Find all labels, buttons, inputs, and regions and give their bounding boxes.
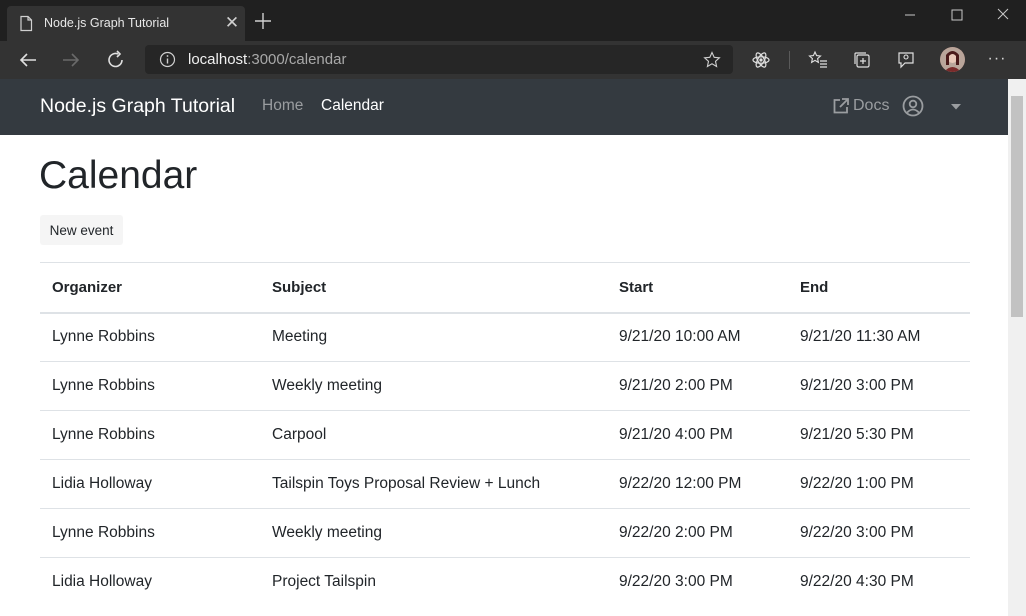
star-icon[interactable]: [703, 51, 721, 69]
start-cell: 9/22/20 3:00 PM: [607, 557, 788, 607]
end-cell: 9/21/20 11:30 AM: [788, 312, 970, 362]
new-event-button[interactable]: New event: [40, 215, 123, 245]
url-text[interactable]: localhost:3000/calendar: [188, 51, 346, 68]
organizer-cell: Lynne Robbins: [40, 508, 260, 558]
nav-calendar-link[interactable]: Calendar: [321, 97, 384, 115]
browser-tab[interactable]: Node.js Graph Tutorial ✕: [7, 6, 245, 41]
start-cell: 9/21/20 4:00 PM: [607, 410, 788, 460]
browser-tabstrip: Node.js Graph Tutorial ✕: [0, 0, 1026, 41]
close-icon[interactable]: ✕: [223, 14, 241, 32]
start-cell: 9/22/20 2:00 PM: [607, 508, 788, 558]
column-header-end: End: [788, 262, 970, 314]
end-cell: 9/21/20 3:00 PM: [788, 361, 970, 411]
table-row: Lidia Holloway Project Tailspin 9/22/20 …: [40, 557, 970, 607]
site-navbar: Node.js Graph Tutorial Home Calendar Doc…: [0, 79, 1008, 135]
column-header-start: Start: [607, 262, 788, 314]
more-icon[interactable]: ···: [986, 49, 1008, 71]
feedback-icon[interactable]: [896, 50, 916, 70]
scrollbar-thumb[interactable]: [1011, 96, 1023, 317]
plus-icon[interactable]: [252, 10, 274, 32]
page-title: Calendar: [39, 154, 198, 197]
external-link-icon: [833, 98, 849, 114]
url-path: :3000/calendar: [247, 51, 347, 68]
navbar-brand[interactable]: Node.js Graph Tutorial: [40, 95, 235, 118]
end-cell: 9/22/20 3:00 PM: [788, 508, 970, 558]
start-cell: 9/22/20 12:00 PM: [607, 459, 788, 509]
subject-cell: Project Tailspin: [260, 557, 607, 607]
organizer-cell: Lynne Robbins: [40, 361, 260, 411]
table-row: Lidia Holloway Tailspin Toys Proposal Re…: [40, 459, 970, 509]
end-cell: 9/22/20 1:00 PM: [788, 459, 970, 509]
column-header-organizer: Organizer: [40, 262, 260, 314]
table-row: Lynne Robbins Weekly meeting 9/22/20 2:0…: [40, 508, 970, 558]
start-cell: 9/21/20 10:00 AM: [607, 312, 788, 362]
end-cell: 9/21/20 5:30 PM: [788, 410, 970, 460]
react-extension-icon[interactable]: [751, 50, 771, 70]
nav-home-link[interactable]: Home: [262, 97, 303, 115]
collections-icon[interactable]: [852, 50, 872, 70]
organizer-cell: Lynne Robbins: [40, 410, 260, 460]
favorites-icon[interactable]: [808, 50, 828, 70]
table-row: Lynne Robbins Carpool 9/21/20 4:00 PM 9/…: [40, 410, 970, 460]
subject-cell: Weekly meeting: [260, 508, 607, 558]
table-header-row: Organizer Subject Start End: [40, 262, 970, 314]
browser-toolbar: localhost:3000/calendar ···: [0, 41, 1026, 79]
column-header-subject: Subject: [260, 262, 607, 314]
info-icon[interactable]: [159, 51, 176, 68]
events-table: Organizer Subject Start End Lynne Robbin…: [40, 262, 970, 607]
close-window-icon[interactable]: [990, 4, 1016, 26]
back-arrow-icon[interactable]: [16, 48, 40, 72]
avatar-image: [940, 47, 965, 72]
forward-arrow-icon[interactable]: [59, 48, 83, 72]
organizer-cell: Lidia Holloway: [40, 459, 260, 509]
refresh-icon[interactable]: [104, 48, 128, 72]
toolbar-divider: [789, 51, 790, 69]
address-bar[interactable]: localhost:3000/calendar: [145, 45, 733, 74]
organizer-cell: Lidia Holloway: [40, 557, 260, 607]
url-host: localhost: [188, 51, 248, 68]
avatar[interactable]: [940, 47, 965, 72]
docs-label: Docs: [853, 97, 890, 114]
page-viewport: Node.js Graph Tutorial Home Calendar Doc…: [0, 79, 1026, 616]
subject-cell: Meeting: [260, 312, 607, 362]
end-cell: 9/22/20 4:30 PM: [788, 557, 970, 607]
user-circle-icon[interactable]: [902, 95, 924, 117]
table-row: Lynne Robbins Meeting 9/21/20 10:00 AM 9…: [40, 312, 970, 362]
tab-title: Node.js Graph Tutorial: [44, 16, 170, 30]
subject-cell: Tailspin Toys Proposal Review + Lunch: [260, 459, 607, 509]
chevron-down-icon[interactable]: [950, 103, 962, 111]
organizer-cell: Lynne Robbins: [40, 312, 260, 362]
page-icon: [20, 15, 33, 32]
subject-cell: Carpool: [260, 410, 607, 460]
table-row: Lynne Robbins Weekly meeting 9/21/20 2:0…: [40, 361, 970, 411]
page-scrollbar[interactable]: [1008, 79, 1026, 616]
start-cell: 9/21/20 2:00 PM: [607, 361, 788, 411]
maximize-icon[interactable]: [944, 4, 970, 26]
minimize-icon[interactable]: [897, 4, 923, 26]
subject-cell: Weekly meeting: [260, 361, 607, 411]
